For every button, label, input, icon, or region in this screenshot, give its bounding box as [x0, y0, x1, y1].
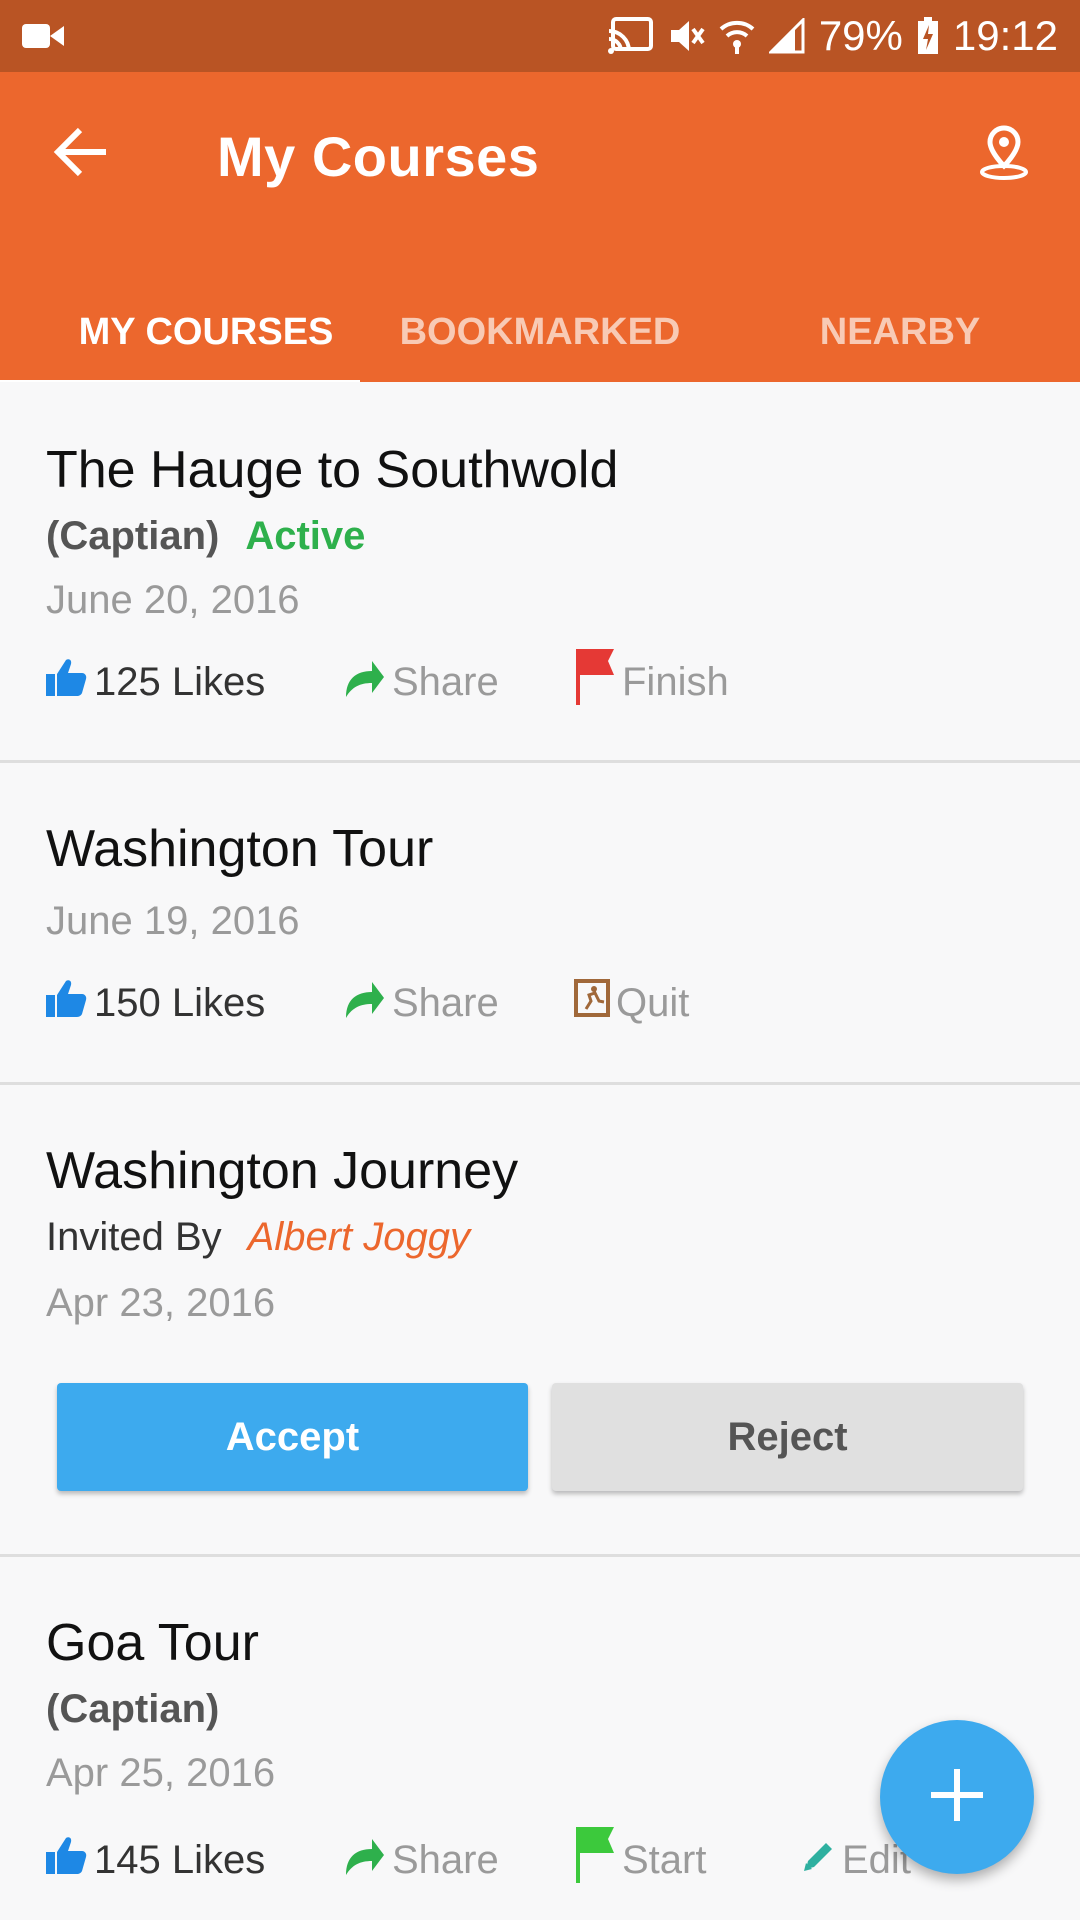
location-pin-icon[interactable] [974, 122, 1034, 182]
battery-icon [917, 17, 939, 55]
thumbs-up-icon [46, 977, 94, 1029]
reject-button[interactable]: Reject [552, 1383, 1023, 1491]
course-title: Washington Journey [46, 1142, 519, 1200]
course-card-3[interactable]: Washington Journey Invited By Albert Jogg… [0, 1085, 1080, 1557]
course-actions: 150 Likes Share Quit [46, 973, 1046, 1033]
plus-icon [929, 1767, 985, 1828]
start-button[interactable]: Start [574, 1827, 706, 1890]
inviter-name[interactable]: Albert Joggy [248, 1215, 470, 1259]
signal-icon [768, 18, 805, 54]
quit-button[interactable]: Quit [574, 973, 689, 1033]
invited-by-label: Invited By [46, 1215, 222, 1259]
exit-icon [574, 979, 616, 1027]
share-icon [342, 1833, 392, 1887]
status-badge: Active [245, 514, 366, 558]
tab-my-courses[interactable]: MY COURSES [26, 282, 386, 382]
likes-button[interactable]: 145 Likes [46, 1830, 265, 1890]
page-title: My Courses [217, 125, 540, 188]
share-icon [342, 976, 392, 1030]
mute-icon [667, 17, 705, 55]
tab-bookmarked[interactable]: BOOKMARKED [360, 282, 720, 382]
red-flag-icon [574, 647, 622, 717]
status-bar: 79% 19:12 [0, 0, 1080, 72]
course-date: June 19, 2016 [46, 899, 300, 943]
likes-button[interactable]: 150 Likes [46, 973, 265, 1033]
share-button[interactable]: Share [342, 1830, 499, 1890]
tab-bar: MY COURSES BOOKMARKED NEARBY [0, 282, 1080, 386]
wifi-icon [719, 17, 755, 55]
thumbs-up-icon [46, 1834, 94, 1886]
course-role-line: (Captian) [46, 1687, 219, 1732]
accept-button[interactable]: Accept [57, 1383, 528, 1491]
course-date: Apr 25, 2016 [46, 1751, 276, 1795]
course-date: Apr 23, 2016 [46, 1281, 276, 1325]
app-bar: My Courses MY COURSES BOOKMARKED NEARBY [0, 72, 1080, 386]
finish-button[interactable]: Finish [574, 649, 729, 712]
role-label: (Captian) [46, 514, 220, 558]
pencil-icon [802, 1838, 842, 1883]
course-title: Washington Tour [46, 820, 434, 878]
course-actions: 125 Likes Share Finish [46, 649, 1046, 712]
battery-percent: 79% [818, 12, 903, 59]
share-button[interactable]: Share [342, 973, 499, 1033]
course-card-1[interactable]: The Hauge to Southwold (Captian) Active J… [0, 382, 1080, 763]
course-card-2[interactable]: Washington Tour June 19, 2016 150 Likes … [0, 763, 1080, 1085]
invite-line: Invited By Albert Joggy [46, 1215, 470, 1260]
video-icon [22, 22, 64, 55]
course-date: June 20, 2016 [46, 578, 300, 622]
clock: 19:12 [952, 12, 1058, 59]
course-title: Goa Tour [46, 1614, 259, 1672]
course-title: The Hauge to Southwold [46, 441, 619, 499]
share-button[interactable]: Share [342, 652, 499, 712]
back-arrow-icon[interactable] [52, 122, 112, 182]
role-label: (Captian) [46, 1687, 220, 1731]
likes-button[interactable]: 125 Likes [46, 652, 265, 712]
cast-icon [607, 17, 653, 55]
add-course-button[interactable] [880, 1720, 1034, 1874]
share-icon [342, 655, 392, 709]
green-flag-icon [574, 1825, 622, 1895]
course-role-line: (Captian) Active [46, 514, 365, 559]
tab-nearby[interactable]: NEARBY [720, 282, 1080, 382]
thumbs-up-icon [46, 656, 94, 708]
